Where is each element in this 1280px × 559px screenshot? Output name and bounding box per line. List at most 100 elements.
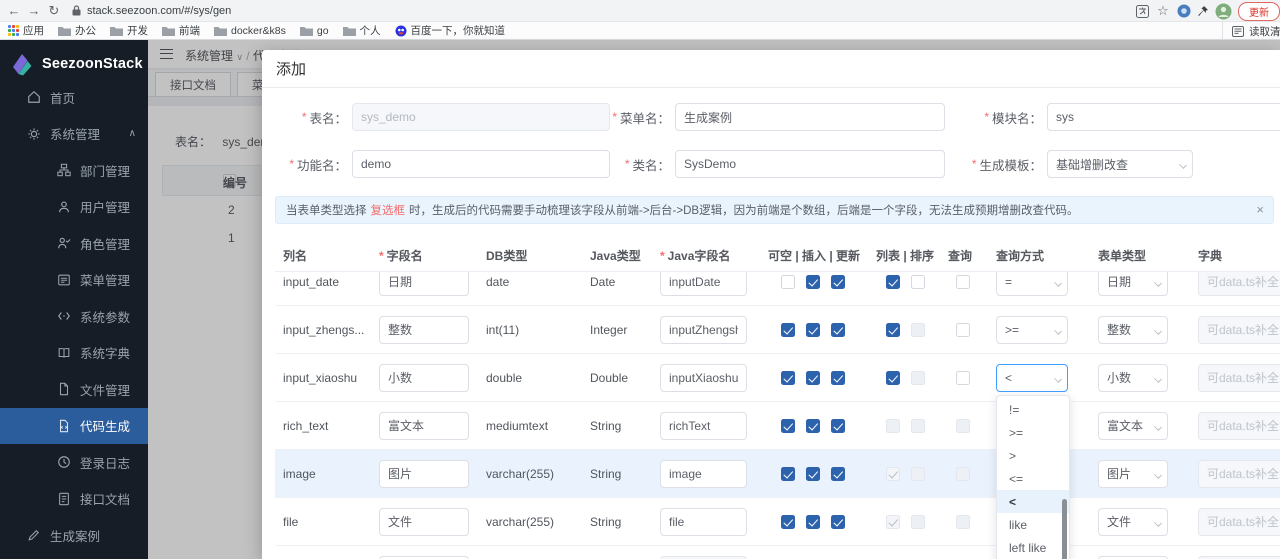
sidebar-item-home[interactable]: 首页 <box>0 79 148 116</box>
chrome-update-button[interactable]: 更新 <box>1238 1 1280 21</box>
insert-checkbox[interactable] <box>806 370 820 385</box>
field-name-input[interactable] <box>379 315 469 344</box>
sidebar-item-user[interactable]: 用户管理 <box>0 189 148 226</box>
bookmark-folder[interactable]: 开发 <box>110 23 148 38</box>
query-checkbox[interactable] <box>956 274 970 289</box>
sidebar-item-params[interactable]: 系统参数 <box>0 298 148 335</box>
sidebar-item-gencase[interactable]: 生成案例 <box>0 517 148 554</box>
nullable-checkbox[interactable] <box>781 322 795 337</box>
dict-input <box>1198 411 1280 440</box>
java-field-input[interactable] <box>660 507 747 536</box>
bookmark-folder[interactable]: 前端 <box>162 23 200 38</box>
chevron-down-icon <box>1154 518 1162 527</box>
brand[interactable]: SeezoonStack <box>0 40 148 79</box>
list-checkbox[interactable] <box>886 274 900 289</box>
bookmark-folder[interactable]: docker&k8s <box>214 25 286 37</box>
dropdown-option[interactable]: like <box>997 513 1069 536</box>
dropdown-option[interactable]: > <box>997 444 1069 467</box>
reading-list-button[interactable]: 读取清单 <box>1222 22 1280 40</box>
reload-button[interactable]: ↻ <box>44 3 64 19</box>
insert-checkbox[interactable] <box>806 418 820 433</box>
java-field-input[interactable] <box>660 272 747 296</box>
forward-button[interactable]: → <box>24 3 44 18</box>
address-bar[interactable]: stack.seezoon.com/#/sys/gen <box>87 5 231 17</box>
field-name-input[interactable] <box>379 459 469 488</box>
field-name-input[interactable] <box>379 363 469 392</box>
java-field-input[interactable] <box>660 315 747 344</box>
form-type-select[interactable]: 图片 <box>1098 459 1168 488</box>
nullable-checkbox[interactable] <box>781 418 795 433</box>
bookmark-folder[interactable]: 个人 <box>342 23 381 38</box>
document-icon <box>59 492 69 505</box>
nullable-checkbox[interactable] <box>781 514 795 529</box>
query-checkbox[interactable] <box>956 370 970 385</box>
insert-checkbox[interactable] <box>806 514 820 529</box>
field-name-input[interactable] <box>379 272 469 296</box>
dropdown-option-selected[interactable]: < <box>997 490 1069 513</box>
list-checkbox[interactable] <box>886 322 900 337</box>
back-button[interactable]: ← <box>4 3 24 18</box>
nullable-checkbox[interactable] <box>781 466 795 481</box>
class-name-input[interactable] <box>675 150 945 178</box>
folder-icon <box>299 26 313 36</box>
insert-checkbox[interactable] <box>806 274 820 289</box>
update-checkbox[interactable] <box>831 514 845 529</box>
sort-checkbox[interactable] <box>911 274 925 289</box>
bookmark-apps[interactable]: 应用 <box>8 23 44 38</box>
dropdown-option[interactable]: != <box>997 398 1069 421</box>
query-checkbox[interactable] <box>956 322 970 337</box>
list-checkbox[interactable] <box>886 370 900 385</box>
update-checkbox[interactable] <box>831 274 845 289</box>
query-mode-select[interactable]: >= <box>996 315 1068 344</box>
sidebar-item-dict[interactable]: 系统字典 <box>0 335 148 372</box>
dialog-title: 添加 <box>262 50 1280 88</box>
sidebar-item-apidoc[interactable]: 接口文档 <box>0 481 148 518</box>
form-type-select[interactable]: 富文本 <box>1098 411 1168 440</box>
nullable-checkbox[interactable] <box>781 370 795 385</box>
sidebar-item-system[interactable]: 系统管理 ∧ <box>0 116 148 153</box>
dropdown-scrollbar[interactable] <box>1062 499 1067 559</box>
java-field-input[interactable] <box>660 459 747 488</box>
update-checkbox[interactable] <box>831 418 845 433</box>
module-name-input[interactable] <box>1047 103 1280 131</box>
template-select[interactable]: 基础增删改查 <box>1047 150 1193 178</box>
update-checkbox[interactable] <box>831 466 845 481</box>
sidebar-item-dept[interactable]: 部门管理 <box>0 152 148 189</box>
sidebar-item-role[interactable]: 角色管理 <box>0 225 148 262</box>
dropdown-option[interactable]: left like <box>997 536 1069 559</box>
sidebar-item-codegen[interactable]: 代码生成 <box>0 407 148 444</box>
form-type-select[interactable]: 日期 <box>1098 272 1168 296</box>
java-type-cell: String <box>590 418 622 433</box>
field-name-input[interactable] <box>379 555 469 559</box>
query-mode-select-open[interactable]: < <box>996 363 1068 392</box>
nullable-checkbox[interactable] <box>781 274 795 289</box>
java-field-input[interactable] <box>660 411 747 440</box>
translate-icon[interactable] <box>1136 4 1149 18</box>
sidebar-item-menu[interactable]: 菜单管理 <box>0 262 148 299</box>
update-checkbox[interactable] <box>831 322 845 337</box>
query-mode-select[interactable]: = <box>996 272 1068 296</box>
bookmark-folder[interactable]: go <box>299 25 329 37</box>
bookmark-folder[interactable]: 办公 <box>58 23 96 38</box>
bookmark-baidu[interactable]: 百度一下，你就知道 <box>395 23 505 38</box>
insert-checkbox[interactable] <box>806 466 820 481</box>
form-type-select[interactable]: 小数 <box>1098 363 1168 392</box>
sidebar-item-loginlog[interactable]: 登录日志 <box>0 444 148 481</box>
menu-name-input[interactable] <box>675 103 945 131</box>
update-checkbox[interactable] <box>831 370 845 385</box>
alert-close-icon[interactable]: × <box>1256 202 1264 217</box>
dropdown-option[interactable]: <= <box>997 467 1069 490</box>
extensions-pin-icon[interactable] <box>1197 5 1209 18</box>
insert-checkbox[interactable] <box>806 322 820 337</box>
field-name-input[interactable] <box>379 411 469 440</box>
java-field-input[interactable] <box>660 363 747 392</box>
bookmark-star-icon[interactable]: ☆ <box>1155 3 1171 19</box>
dropdown-option[interactable]: >= <box>997 421 1069 444</box>
form-type-select[interactable]: 整数 <box>1098 315 1168 344</box>
form-type-select[interactable] <box>1098 555 1168 559</box>
field-name-input[interactable] <box>379 507 469 536</box>
form-type-select[interactable]: 文件 <box>1098 507 1168 536</box>
sidebar-item-files[interactable]: 文件管理 <box>0 371 148 408</box>
avatar[interactable] <box>1215 3 1232 20</box>
extension-icon[interactable] <box>1177 4 1191 18</box>
